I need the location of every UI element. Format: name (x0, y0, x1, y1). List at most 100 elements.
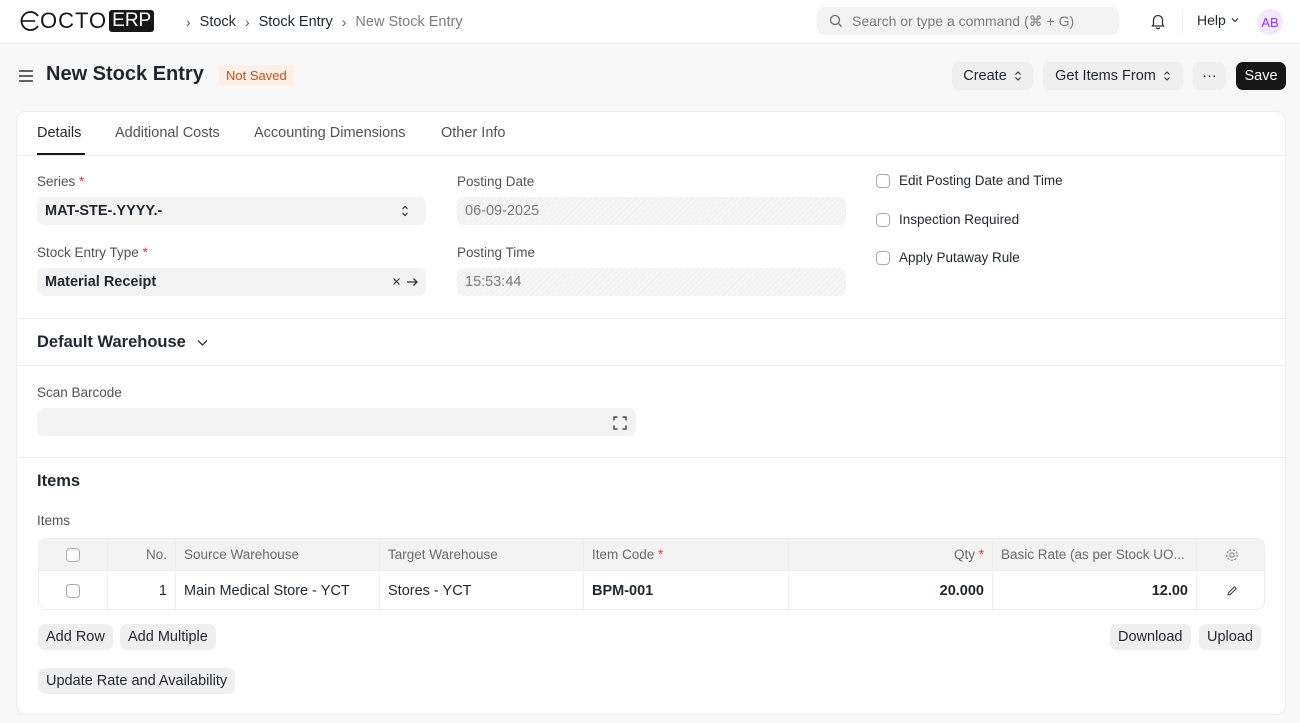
default-warehouse-title: Default Warehouse (37, 333, 186, 351)
column-header-item-code: Item Code * (584, 539, 789, 570)
scan-barcode-input[interactable] (37, 408, 636, 436)
apply-putaway-rule-checkbox[interactable]: Apply Putaway Rule (876, 250, 1020, 265)
logo-mark-icon (20, 11, 39, 31)
navbar-divider (1182, 10, 1183, 34)
items-table: No. Source Warehouse Target Warehouse It… (38, 538, 1265, 610)
cell-source-warehouse[interactable]: Main Medical Store - YCT (176, 571, 380, 609)
section-divider (17, 365, 1285, 366)
create-label: Create (963, 68, 1007, 84)
search-icon (829, 14, 842, 27)
active-tab-indicator (37, 153, 85, 155)
posting-date-field: 06-09-2025 (457, 197, 846, 225)
arrow-right-icon[interactable] (406, 276, 419, 288)
search-input[interactable]: Search or type a command (⌘ + G) (817, 7, 1119, 35)
sidebar-toggle-icon[interactable] (18, 68, 34, 84)
chevron-right-icon: › (244, 14, 250, 30)
table-row[interactable]: 1 Main Medical Store - YCT Stores - YCT … (39, 571, 1264, 609)
row-checkbox[interactable] (66, 583, 80, 598)
search-placeholder: Search or type a command (⌘ + G) (852, 12, 1075, 29)
get-items-from-button[interactable]: Get Items From (1043, 62, 1183, 90)
column-header-qty: Qty * (789, 539, 993, 570)
stock-entry-type-label: Stock Entry Type * (37, 245, 148, 260)
table-header: No. Source Warehouse Target Warehouse It… (39, 539, 1264, 571)
tab-accounting-dimensions[interactable]: Accounting Dimensions (254, 125, 406, 141)
page-title: New Stock Entry (46, 63, 204, 85)
more-actions-button[interactable]: ··· (1193, 62, 1226, 90)
column-header-basic-rate: Basic Rate (as per Stock UO... (993, 539, 1197, 570)
column-header-source-warehouse: Source Warehouse (176, 539, 380, 570)
status-badge: Not Saved (219, 65, 294, 86)
posting-date-label: Posting Date (457, 174, 535, 189)
get-items-label: Get Items From (1055, 68, 1156, 84)
tab-details[interactable]: Details (37, 125, 81, 141)
checkbox[interactable] (876, 250, 890, 265)
select-all-cell (39, 539, 108, 570)
chevron-right-icon: › (341, 14, 347, 30)
cell-no: 1 (108, 571, 176, 609)
scan-icon[interactable] (613, 416, 627, 430)
row-select-cell (39, 571, 108, 609)
clear-icon[interactable] (392, 277, 401, 286)
section-divider (17, 318, 1285, 319)
logo-text: OCTO (40, 8, 108, 33)
posting-time-label: Posting Time (457, 245, 536, 260)
stock-entry-type-value: Material Receipt (45, 274, 157, 290)
breadcrumb-current: New Stock Entry (355, 14, 463, 30)
edit-posting-date-checkbox[interactable]: Edit Posting Date and Time (876, 173, 1063, 188)
checkbox-label: Inspection Required (899, 212, 1020, 227)
gear-icon[interactable] (1225, 548, 1239, 562)
posting-time-field: 15:53:44 (457, 268, 846, 296)
checkbox[interactable] (876, 212, 890, 227)
form-card: Details Additional Costs Accounting Dime… (16, 111, 1286, 715)
series-select[interactable]: MAT-STE-.YYYY.- (37, 197, 426, 225)
navbar: OCTO ERP › Stock › Stock Entry › New Sto… (0, 0, 1300, 44)
breadcrumb-stock[interactable]: Stock (200, 14, 236, 30)
logo-badge: ERP (109, 10, 155, 32)
chevron-down-icon (1231, 18, 1239, 23)
update-rate-button[interactable]: Update Rate and Availability (38, 668, 236, 694)
add-row-button[interactable]: Add Row (38, 624, 113, 650)
items-table-label: Items (37, 513, 71, 528)
column-header-no: No. (108, 539, 176, 570)
chevron-right-icon: › (186, 14, 191, 30)
download-button[interactable]: Download (1110, 624, 1191, 650)
checkbox[interactable] (876, 173, 890, 188)
help-dropdown[interactable]: Help (1197, 12, 1240, 28)
chevron-up-down-icon (402, 205, 408, 217)
chevron-up-down-icon (1014, 71, 1021, 81)
edit-icon[interactable] (1226, 585, 1238, 597)
tab-other-info[interactable]: Other Info (441, 125, 505, 141)
scan-barcode-label: Scan Barcode (37, 385, 122, 400)
series-label: Series * (37, 174, 85, 189)
chevron-up-down-icon (1163, 71, 1170, 81)
stock-entry-type-field[interactable]: Material Receipt (37, 268, 426, 296)
column-header-target-warehouse: Target Warehouse (380, 539, 584, 570)
bell-icon[interactable] (1149, 12, 1167, 30)
chevron-down-icon (197, 340, 208, 346)
form-tabs: Details Additional Costs Accounting Dime… (17, 112, 1285, 156)
app-logo[interactable]: OCTO ERP (18, 8, 155, 33)
tab-additional-costs[interactable]: Additional Costs (115, 125, 220, 141)
items-section-title: Items (37, 472, 81, 490)
help-label: Help (1197, 12, 1226, 28)
cell-target-warehouse[interactable]: Stores - YCT (380, 571, 584, 609)
default-warehouse-toggle[interactable]: Default Warehouse (37, 333, 209, 352)
checkbox-label: Apply Putaway Rule (899, 250, 1020, 265)
add-multiple-button[interactable]: Add Multiple (120, 624, 216, 650)
series-value: MAT-STE-.YYYY.- (45, 203, 163, 219)
cell-item-code[interactable]: BPM-001 (584, 571, 789, 609)
breadcrumb-stock-entry[interactable]: Stock Entry (259, 14, 333, 30)
checkbox-label: Edit Posting Date and Time (899, 173, 1063, 188)
cell-qty[interactable]: 20.000 (789, 571, 993, 609)
section-divider (17, 457, 1285, 458)
inspection-required-checkbox[interactable]: Inspection Required (876, 212, 1019, 227)
cell-basic-rate[interactable]: 12.00 (993, 571, 1197, 609)
create-button[interactable]: Create (952, 62, 1033, 90)
select-all-checkbox[interactable] (66, 547, 80, 562)
upload-button[interactable]: Upload (1199, 624, 1261, 650)
column-settings-cell (1197, 539, 1264, 570)
row-edit-cell (1197, 571, 1264, 609)
avatar[interactable]: AB (1257, 9, 1283, 35)
save-button[interactable]: Save (1236, 62, 1286, 90)
breadcrumb: › Stock › Stock Entry › New Stock Entry (186, 0, 463, 44)
